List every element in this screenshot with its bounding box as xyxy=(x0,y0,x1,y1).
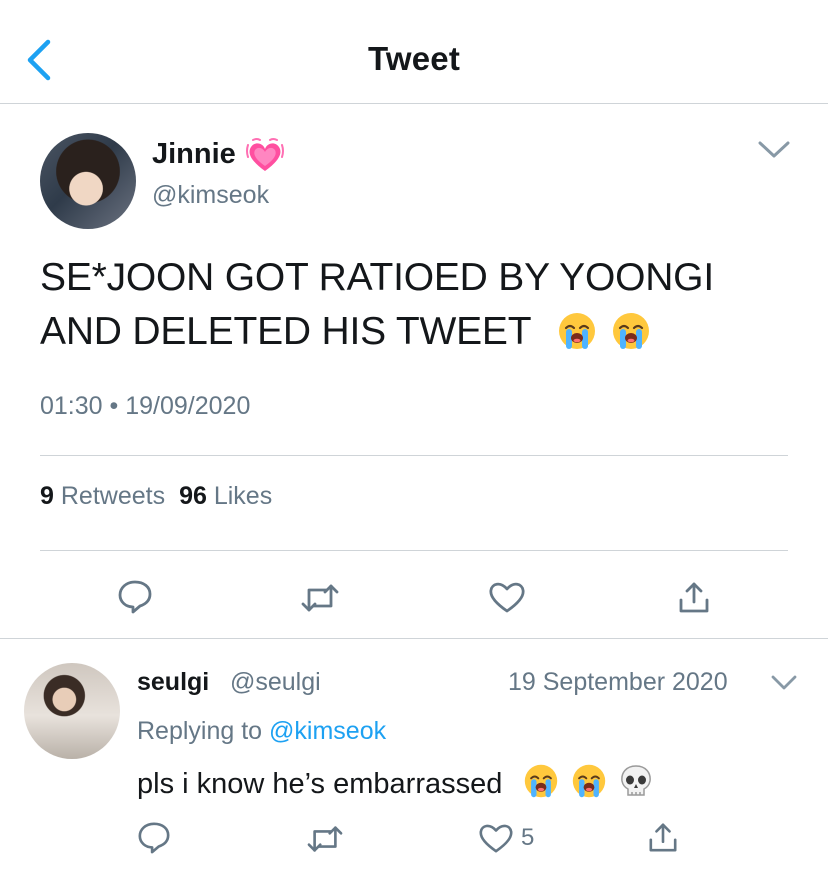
loudly-crying-face-icon xyxy=(572,764,605,798)
skull-icon xyxy=(620,765,651,796)
tweet-stats: 9 Retweets 96 Likes xyxy=(40,482,272,511)
likes-stat[interactable]: 96 Likes xyxy=(179,482,272,510)
reply-date: 19 September 2020 xyxy=(508,668,728,696)
share-icon[interactable] xyxy=(648,821,678,853)
likes-label: Likes xyxy=(213,482,273,510)
retweet-icon[interactable] xyxy=(300,580,340,616)
divider xyxy=(40,455,788,456)
page-title: Tweet xyxy=(367,40,461,77)
share-icon[interactable] xyxy=(678,580,710,614)
tweet-timestamp: 01:30 • 19/09/2020 xyxy=(40,392,250,421)
replying-to: Replying to @kimseok xyxy=(137,717,386,746)
growing-heart-icon xyxy=(246,138,284,171)
nav-bar: Tweet xyxy=(0,0,828,104)
reply-icon[interactable] xyxy=(137,820,171,854)
tweet-text: SE*JOON GOT RATIOED BY YOONGI AND DELETE… xyxy=(40,251,800,359)
like-icon[interactable] xyxy=(488,580,526,614)
retweets-stat[interactable]: 9 Retweets xyxy=(40,482,165,510)
author-display-name[interactable]: Jinnie xyxy=(152,138,236,171)
like-count: 96 xyxy=(179,482,207,510)
tweet-text-line-2-text: AND DELETED HIS TWEET xyxy=(40,310,532,353)
loudly-crying-face-icon xyxy=(524,764,557,798)
divider xyxy=(40,550,788,551)
loudly-crying-face-icon xyxy=(558,313,595,349)
reply-author-display-name[interactable]: seulgi xyxy=(137,668,209,697)
chevron-down-icon[interactable] xyxy=(756,138,792,162)
tweet-text-line-2: AND DELETED HIS TWEET xyxy=(40,305,800,359)
divider xyxy=(0,638,828,639)
like-icon[interactable] xyxy=(478,822,514,854)
loudly-crying-face-icon xyxy=(613,313,650,349)
retweet-count: 9 xyxy=(40,482,54,510)
chevron-down-icon[interactable] xyxy=(770,673,798,693)
retweet-icon[interactable] xyxy=(306,822,344,856)
tweet-text-line-1: SE*JOON GOT RATIOED BY YOONGI xyxy=(40,256,714,299)
reply-like-count: 5 xyxy=(521,824,535,851)
reply-text-content: pls i know he’s embarrassed xyxy=(137,768,503,800)
reply-text: pls i know he’s embarrassed xyxy=(137,763,653,801)
author-handle[interactable]: @kimseok xyxy=(152,181,269,210)
tweet-time: 01:30 xyxy=(40,392,103,420)
reply-icon[interactable] xyxy=(117,578,153,614)
avatar[interactable] xyxy=(40,133,136,229)
replying-mention-link[interactable]: @kimseok xyxy=(269,717,386,745)
retweets-label: Retweets xyxy=(60,482,166,510)
replying-prefix: Replying to xyxy=(137,717,263,745)
timestamp-separator: • xyxy=(109,392,119,420)
avatar[interactable] xyxy=(24,663,120,759)
tweet-date: 19/09/2020 xyxy=(125,392,251,420)
reply-author-handle[interactable]: @seulgi xyxy=(230,668,321,697)
